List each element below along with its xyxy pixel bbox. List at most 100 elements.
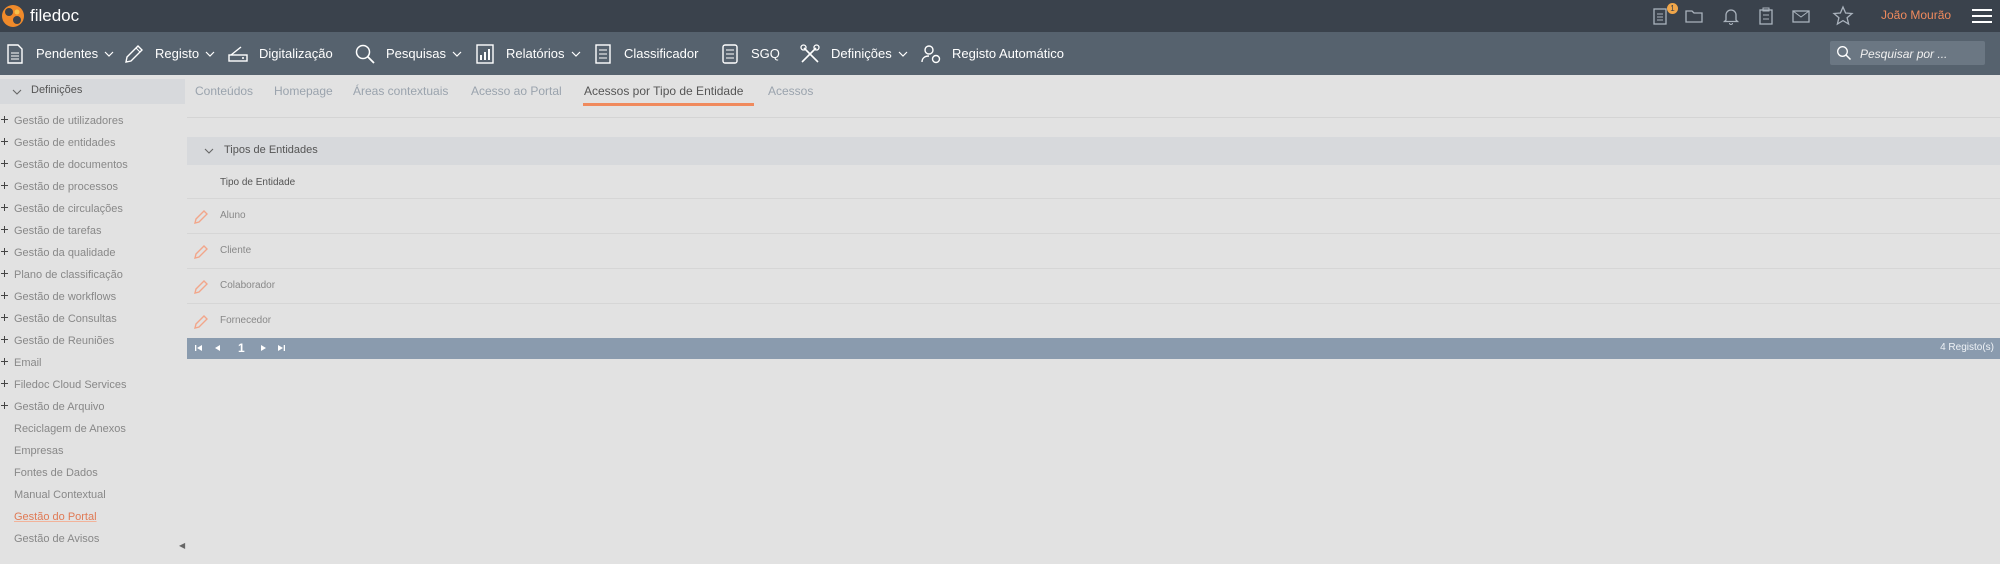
nav-registo[interactable]: Registo [123, 32, 215, 75]
sidebar-item[interactable]: Reciclagem de Anexos [0, 418, 185, 440]
expand-plus-icon[interactable] [1, 116, 8, 123]
next-page-icon[interactable] [257, 342, 269, 354]
sidebar-item-label: Fontes de Dados [14, 467, 98, 479]
expand-plus-icon[interactable] [1, 314, 8, 321]
sidebar-item-label: Gestão de Consultas [14, 313, 117, 325]
filedoc-logo-icon[interactable] [0, 3, 26, 29]
sidebar-item[interactable]: Gestão de Consultas [0, 308, 185, 330]
edit-pencil-icon[interactable] [193, 244, 209, 260]
sidebar-item[interactable]: Gestão de Avisos [0, 528, 185, 550]
panel-header[interactable]: Tipos de Entidades [187, 137, 2000, 165]
checklist-icon [722, 43, 738, 64]
expand-plus-icon[interactable] [1, 336, 8, 343]
nav-sgq[interactable]: SGQ [719, 32, 780, 75]
sidebar-item[interactable]: Gestão de tarefas [0, 220, 185, 242]
sidebar-item[interactable]: Email [0, 352, 185, 374]
sidebar-item-label: Filedoc Cloud Services [14, 379, 127, 391]
expand-plus-icon[interactable] [1, 226, 8, 233]
tab-conteudos[interactable]: Conteúdos [195, 84, 253, 98]
sidebar-item-label: Gestão de utilizadores [14, 115, 124, 127]
sidebar-item[interactable]: Plano de classificação [0, 264, 185, 286]
tab-acesso-ao-portal[interactable]: Acesso ao Portal [471, 84, 562, 98]
sidebar-item[interactable]: Empresas [0, 440, 185, 462]
divider [187, 117, 2000, 118]
column-header-tipo-de-entidade[interactable]: Tipo de Entidade [220, 177, 295, 188]
chevron-down-icon [12, 89, 22, 95]
active-tab-indicator [583, 103, 754, 106]
sidebar-item[interactable]: Fontes de Dados [0, 462, 185, 484]
expand-plus-icon[interactable] [1, 138, 8, 145]
sidebar-item[interactable]: Gestão do Portal [0, 506, 185, 528]
sidebar-item[interactable]: Filedoc Cloud Services [0, 374, 185, 396]
sidebar-item[interactable]: Gestão de utilizadores [0, 110, 185, 132]
search-icon[interactable] [1836, 45, 1852, 61]
sidebar-section-definicoes[interactable]: Definições [0, 79, 185, 104]
expand-plus-icon[interactable] [1, 292, 8, 299]
nav-registo-label: Registo [155, 46, 200, 61]
first-page-icon[interactable] [193, 342, 205, 354]
edit-pencil-icon[interactable] [193, 279, 209, 295]
previous-page-icon[interactable] [212, 342, 224, 354]
menu-icon[interactable] [1972, 9, 1992, 23]
last-page-icon[interactable] [275, 342, 287, 354]
expand-plus-icon[interactable] [1, 380, 8, 387]
collapse-sidebar-icon[interactable]: ◀ [179, 541, 185, 550]
sidebar-item[interactable]: Gestão de processos [0, 176, 185, 198]
table-row[interactable]: Cliente [187, 233, 2000, 268]
app-title[interactable]: filedoc [30, 6, 79, 26]
panel-title: Tipos de Entidades [224, 144, 318, 156]
nav-pesquisas[interactable]: Pesquisas [354, 32, 462, 75]
nav-registo-automatico[interactable]: Registo Automático [920, 32, 1064, 75]
folder-icon[interactable] [1684, 6, 1704, 26]
nav-definicoes[interactable]: Definições [799, 32, 908, 75]
nav-classificador[interactable]: Classificador [592, 32, 698, 75]
expand-plus-icon[interactable] [1, 248, 8, 255]
edit-pencil-icon[interactable] [193, 314, 209, 330]
clipboard-icon[interactable] [1756, 6, 1776, 26]
nav-digitalizacao[interactable]: Digitalização [227, 32, 333, 75]
sidebar-item-label: Empresas [14, 445, 64, 457]
sidebar-item[interactable]: Gestão de Arquivo [0, 396, 185, 418]
sidebar-item-label: Gestão de Arquivo [14, 401, 105, 413]
nav-sgq-label: SGQ [751, 46, 780, 61]
mail-icon[interactable] [1791, 6, 1811, 26]
expand-plus-icon[interactable] [1, 182, 8, 189]
table-cell: Cliente [220, 245, 252, 256]
bell-icon[interactable] [1721, 6, 1741, 26]
nav-classificador-label: Classificador [624, 46, 699, 61]
table-row[interactable]: Fornecedor [187, 303, 2000, 338]
auto-register-icon [921, 44, 941, 63]
nav-relatorios[interactable]: Relatórios [474, 32, 581, 75]
sidebar-item[interactable]: Gestão de documentos [0, 154, 185, 176]
tab-areas-contextuais[interactable]: Áreas contextuais [353, 84, 448, 98]
chevron-down-icon [205, 51, 215, 57]
tab-homepage[interactable]: Homepage [274, 84, 333, 98]
table-row[interactable]: Colaborador [187, 268, 2000, 303]
table-row[interactable]: Aluno [187, 198, 2000, 233]
expand-plus-icon[interactable] [1, 358, 8, 365]
sidebar-item-label: Gestão de Avisos [14, 533, 100, 545]
sidebar-item[interactable]: Gestão de Reuniões [0, 330, 185, 352]
current-page[interactable]: 1 [238, 341, 245, 355]
star-icon[interactable] [1832, 5, 1854, 27]
chevron-down-icon [452, 51, 462, 57]
expand-plus-icon[interactable] [1, 270, 8, 277]
sidebar-item[interactable]: Gestão de circulações [0, 198, 185, 220]
main-navbar: Pendentes Registo Digitalização Pesquisa… [0, 32, 2000, 75]
tab-acessos[interactable]: Acessos [768, 84, 813, 98]
edit-pencil-icon[interactable] [193, 209, 209, 225]
expand-plus-icon[interactable] [1, 204, 8, 211]
sidebar-item[interactable]: Manual Contextual [0, 484, 185, 506]
tab-acessos-por-tipo-de-entidade[interactable]: Acessos por Tipo de Entidade [584, 84, 743, 98]
expand-plus-icon[interactable] [1, 160, 8, 167]
sidebar-item[interactable]: Gestão de workflows [0, 286, 185, 308]
nav-pendentes[interactable]: Pendentes [4, 32, 114, 75]
search-input[interactable] [1858, 44, 1984, 64]
sidebar-item-label: Gestão de processos [14, 181, 118, 193]
sidebar-item-label: Gestão de entidades [14, 137, 116, 149]
user-name-link[interactable]: João Mourão [1881, 8, 1951, 22]
nav-registo-automatico-label: Registo Automático [952, 46, 1065, 61]
expand-plus-icon[interactable] [1, 402, 8, 409]
sidebar-item[interactable]: Gestão de entidades [0, 132, 185, 154]
sidebar-item[interactable]: Gestão da qualidade [0, 242, 185, 264]
